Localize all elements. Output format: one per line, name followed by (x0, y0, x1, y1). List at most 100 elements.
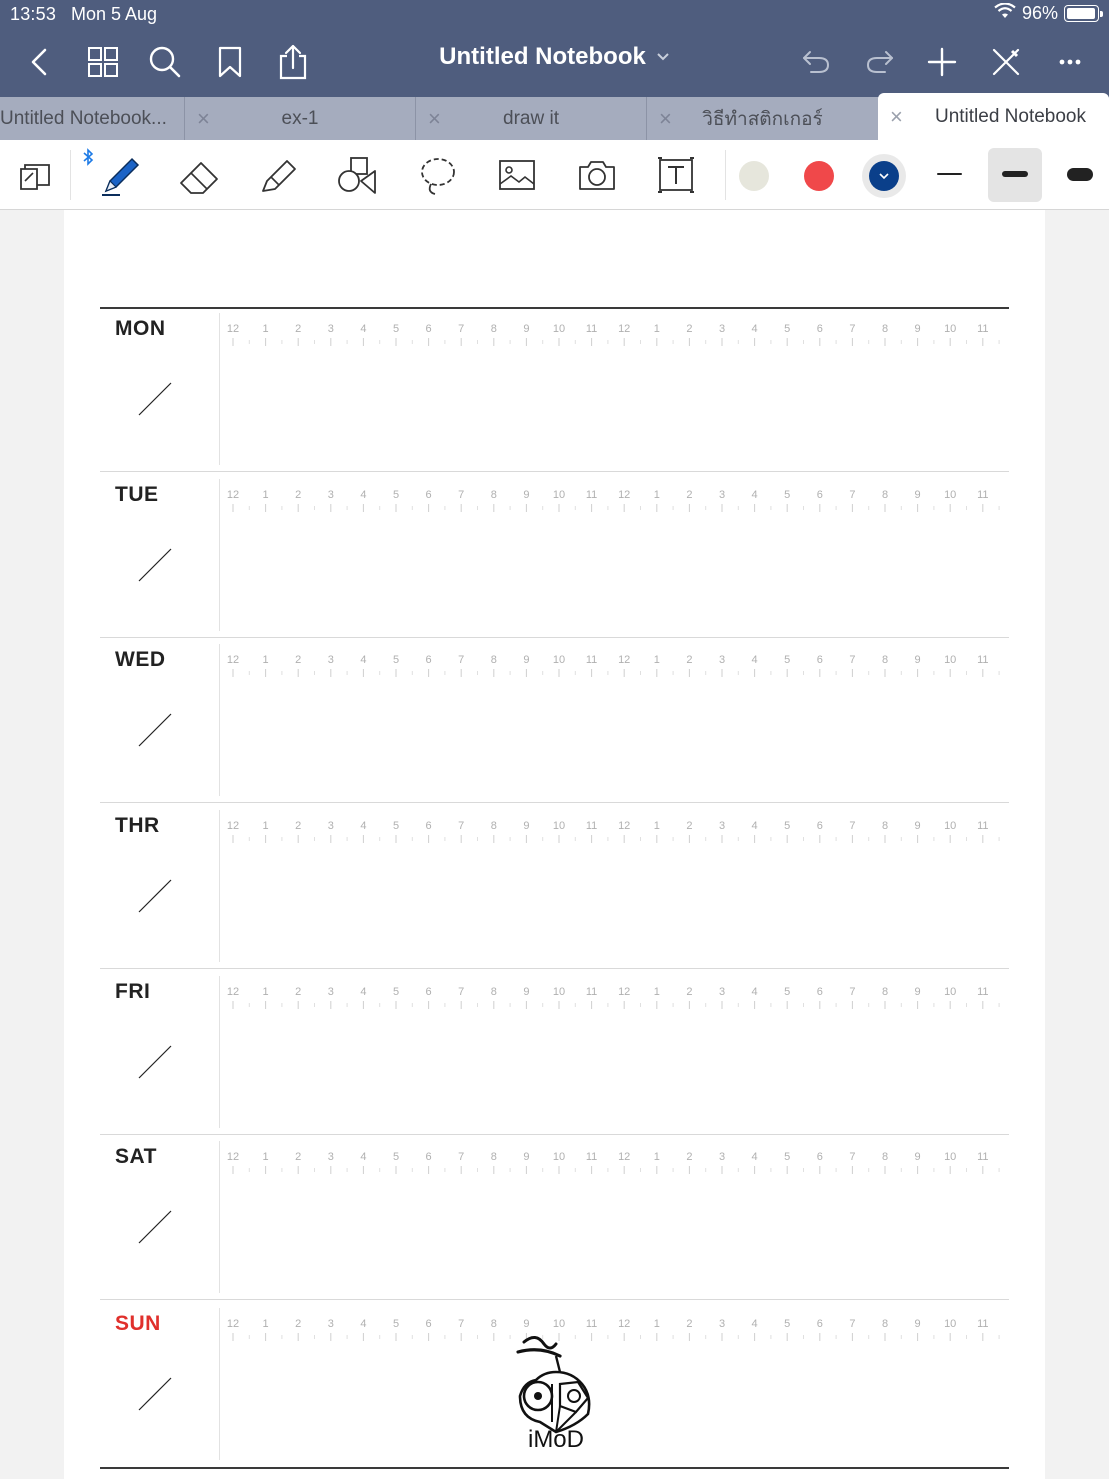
hour-label: 5 (393, 323, 399, 335)
undo-button[interactable] (794, 40, 838, 84)
tab-label: draw it (503, 107, 559, 129)
text-box-icon (658, 157, 694, 193)
hour-label: 11 (586, 489, 597, 501)
tab-ex-1[interactable]: × ex-1 (185, 97, 416, 140)
pen-tool-button[interactable] (91, 147, 149, 203)
hour-label: 3 (328, 820, 334, 832)
top-bar: 13:53 Mon 5 Aug 96% Untitled Notebook (0, 0, 1109, 97)
back-button[interactable] (18, 40, 62, 84)
hour-label: 5 (784, 1318, 790, 1330)
hour-label: 5 (393, 654, 399, 666)
hour-label: 10 (944, 1318, 956, 1330)
hour-label: 7 (458, 820, 464, 832)
hour-label: 1 (654, 986, 660, 998)
lasso-tool-button[interactable] (409, 147, 467, 203)
text-tool-button[interactable] (647, 147, 705, 203)
planner-page[interactable]: MON 12 1 2 3 4 5 6 7 8 9 10 11 12 1 2 3 4 5 6 7 8 9 10 11 TUE 12 1 2… (64, 210, 1045, 1479)
hour-label: 12 (618, 654, 630, 666)
color-swatch-light[interactable] (739, 161, 769, 191)
more-button[interactable] (1048, 40, 1092, 84)
tools-toggle-button[interactable] (984, 40, 1028, 84)
camera-tool-button[interactable] (568, 147, 626, 203)
hour-label: 2 (295, 986, 301, 998)
color-swatch-red[interactable] (804, 161, 834, 191)
share-icon (279, 44, 307, 80)
eraser-tool-button[interactable] (170, 147, 228, 203)
hour-label: 1 (263, 986, 269, 998)
hour-label: 4 (752, 1318, 758, 1330)
hour-label: 10 (553, 489, 565, 501)
hour-scale: 12 1 2 3 4 5 6 7 8 9 10 11 12 1 2 3 4 5 6 7 8 9 10 11 (220, 321, 1000, 351)
imod-logo: iMoD (516, 1322, 596, 1453)
hour-label: 10 (944, 986, 956, 998)
hour-label: 6 (426, 489, 432, 501)
hour-label: 4 (360, 820, 366, 832)
hour-label: 8 (491, 323, 497, 335)
hour-scale: 12 1 2 3 4 5 6 7 8 9 10 11 12 1 2 3 4 5 6 7 8 9 10 11 (220, 984, 1000, 1014)
hour-label: 9 (915, 1318, 921, 1330)
hour-scale: 12 1 2 3 4 5 6 7 8 9 10 11 12 1 2 3 4 5 6 7 8 9 10 11 (220, 487, 1000, 517)
tab-label: ex-1 (281, 107, 319, 129)
hour-scale: 12 1 2 3 4 5 6 7 8 9 10 11 12 1 2 3 4 5 6 7 8 9 10 11 (220, 1149, 1000, 1179)
drawing-toolbar (0, 140, 1109, 210)
pen-icon (102, 157, 140, 196)
share-button[interactable] (271, 40, 315, 84)
undo-icon (803, 51, 830, 73)
hour-label: 5 (784, 654, 790, 666)
close-icon[interactable]: × (890, 104, 903, 130)
close-icon[interactable]: × (428, 106, 441, 132)
hour-label: 2 (295, 654, 301, 666)
hour-label: 4 (360, 986, 366, 998)
thickness-thick[interactable] (1067, 168, 1093, 181)
hour-label: 11 (586, 1151, 597, 1163)
thickness-thin[interactable] (937, 173, 962, 175)
hour-scale: 12 1 2 3 4 5 6 7 8 9 10 11 12 1 2 3 4 5 6 7 8 9 10 11 (220, 652, 1000, 682)
battery-percent: 96% (1021, 3, 1058, 23)
grid-icon (88, 47, 118, 77)
doc-view-icon (20, 164, 50, 190)
hour-scale: 12 1 2 3 4 5 6 7 8 9 10 11 12 1 2 3 4 5 6 7 8 9 10 11 (220, 818, 1000, 848)
date-slash (138, 1377, 172, 1411)
search-button[interactable] (143, 40, 187, 84)
hour-label: 11 (977, 1318, 988, 1330)
toolbar-divider (70, 150, 71, 200)
page-canvas-area[interactable]: MON 12 1 2 3 4 5 6 7 8 9 10 11 12 1 2 3 4 5 6 7 8 9 10 11 TUE 12 1 2… (0, 210, 1109, 1479)
add-page-button[interactable] (920, 40, 964, 84)
hour-label: 8 (882, 820, 888, 832)
hour-label: 11 (586, 654, 597, 666)
redo-button[interactable] (858, 40, 902, 84)
goodnotes-app: 13:53 Mon 5 Aug 96% Untitled Notebook Un… (0, 0, 1109, 1479)
hour-label: 4 (752, 323, 758, 335)
hour-label: 11 (586, 820, 597, 832)
hour-label: 6 (426, 986, 432, 998)
hour-label: 3 (719, 1151, 725, 1163)
bookmark-button[interactable] (208, 40, 252, 84)
day-separator (100, 802, 1009, 803)
hour-label: 7 (849, 654, 855, 666)
hour-label: 2 (295, 489, 301, 501)
notebook-title-button[interactable]: Untitled Notebook (439, 43, 670, 71)
hour-label: 4 (752, 1151, 758, 1163)
tab-untitled-notebook-active[interactable]: × Untitled Notebook (878, 93, 1109, 140)
hour-label: 1 (654, 1318, 660, 1330)
hour-label: 3 (719, 1318, 725, 1330)
close-icon[interactable]: × (197, 106, 210, 132)
highlighter-tool-button[interactable] (250, 147, 308, 203)
shapes-tool-button[interactable] (328, 147, 386, 203)
hour-label: 5 (784, 489, 790, 501)
doc-view-button[interactable] (8, 147, 66, 203)
tab-label: Untitled Notebook (934, 105, 1087, 127)
date-slash (138, 1045, 172, 1079)
hour-label: 4 (752, 986, 758, 998)
hour-label: 12 (618, 489, 630, 501)
hour-label: 12 (618, 323, 630, 335)
color-swatch-navy[interactable] (869, 161, 899, 191)
hour-label: 3 (328, 489, 334, 501)
image-tool-button[interactable] (488, 147, 546, 203)
close-icon[interactable]: × (659, 106, 672, 132)
thumbnails-button[interactable] (81, 40, 125, 84)
hour-label: 1 (263, 1318, 269, 1330)
tab-untitled-notebook-1[interactable]: Untitled Notebook... (0, 97, 185, 140)
tab-draw-it[interactable]: × draw it (416, 97, 647, 140)
tab-sticker[interactable]: × วิธีทำสติกเกอร์ (647, 97, 878, 140)
